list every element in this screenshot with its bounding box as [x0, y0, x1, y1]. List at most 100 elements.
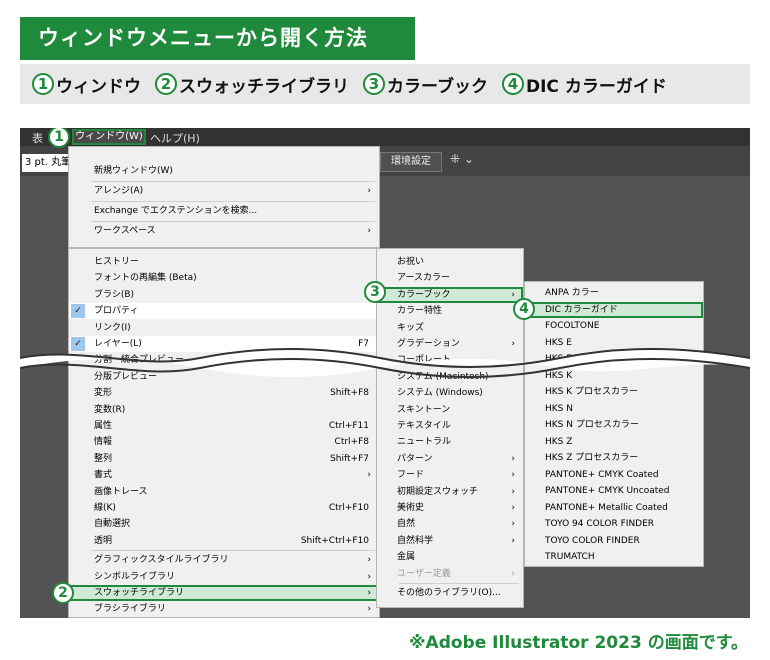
- swatch-menu-item-18[interactable]: 金属: [377, 549, 523, 565]
- swatch-menu-item-label: フード: [397, 470, 425, 481]
- swatch-menu-item-label: システム (Windows): [397, 388, 483, 399]
- colorbook-menu-item-label: ANPA カラー: [545, 288, 599, 298]
- menu-display-fragment[interactable]: 表: [32, 130, 43, 146]
- window-menu-item-8[interactable]: 変形 Shift+F8: [69, 385, 379, 401]
- colorbook-menu-item-11[interactable]: PANTONE+ CMYK Coated: [525, 467, 703, 483]
- arrange-icon[interactable]: ⁜ ⌄: [450, 152, 474, 166]
- swatch-menu-item-12[interactable]: パターン ›: [377, 451, 523, 467]
- check-icon: ✓: [71, 304, 85, 319]
- window-menu-item-20[interactable]: スウォッチライブラリ ›: [69, 585, 379, 601]
- window-menu-item-13[interactable]: 書式 ›: [69, 467, 379, 483]
- menu-shortcut: Shift+F8: [330, 388, 369, 399]
- colorbook-menu-item-label: PANTONE+ CMYK Coated: [545, 469, 659, 480]
- swatch-menu-item-label: カラー特性: [397, 306, 443, 317]
- colorbook-menu-item-9[interactable]: HKS Z: [525, 434, 703, 450]
- window-menu-item-18[interactable]: グラフィックスタイルライブラリ ›: [69, 552, 379, 568]
- colorbook-menu-item-1[interactable]: DIC カラーガイド: [525, 301, 703, 318]
- colorbook-menu-item-14[interactable]: TOYO 94 COLOR FINDER: [525, 516, 703, 532]
- window-menu-item-4[interactable]: リンク(I): [69, 320, 379, 336]
- menu-help[interactable]: ヘルプ(H): [150, 130, 200, 146]
- window-menu-item-label: 線(K): [94, 503, 116, 513]
- colorbook-menu-item-label: HKS Z プロセスカラー: [545, 453, 639, 463]
- colorbook-menu-item-label: PANTONE+ CMYK Uncoated: [545, 486, 670, 496]
- window-menu-top-item-0[interactable]: 新規ウィンドウ(W): [69, 163, 379, 179]
- swatch-menu-item-0[interactable]: お祝い: [377, 254, 523, 270]
- colorbook-menu-item-6[interactable]: HKS K プロセスカラー: [525, 384, 703, 400]
- colorbook-menu-item-label: TOYO COLOR FINDER: [545, 535, 640, 546]
- colorbook-menu-item-13[interactable]: PANTONE+ Metallic Coated: [525, 500, 703, 516]
- colorbook-menu-item-2[interactable]: FOCOLTONE: [525, 318, 703, 334]
- colorbook-menu-item-label: FOCOLTONE: [545, 321, 600, 331]
- step-number-1: 1: [32, 73, 54, 95]
- swatch-menu-item-20[interactable]: その他のライブラリ(O)...: [377, 585, 523, 601]
- window-menu: ヒストリーフォントの再編集 (Beta) ブラシ(B)F✓ プロパティリンク(I) ✓…: [68, 248, 380, 618]
- swatch-menu-item-label: お祝い: [397, 257, 425, 267]
- menu-shortcut: Shift+F7: [330, 453, 369, 464]
- swatch-menu-item-8[interactable]: システム (Windows): [377, 385, 523, 401]
- swatch-menu-item-10[interactable]: テキスタイル: [377, 418, 523, 434]
- window-menu-item-15[interactable]: 線(K) Ctrl+F10: [69, 500, 379, 516]
- swatch-menu-item-15[interactable]: 美術史 ›: [377, 500, 523, 516]
- window-menu-item-1[interactable]: フォントの再編集 (Beta): [69, 270, 379, 286]
- window-menu-item-17[interactable]: 透明 Shift+Ctrl+F10: [69, 533, 379, 549]
- swatch-menu-item-2[interactable]: カラーブック ›: [377, 286, 523, 303]
- cut-wave: [20, 348, 750, 378]
- window-menu-item-16[interactable]: 自動選択: [69, 516, 379, 532]
- swatch-menu-item-11[interactable]: ニュートラル: [377, 434, 523, 450]
- menu-separator: [91, 221, 375, 222]
- swatch-menu-item-label: ユーザー定義: [397, 568, 451, 579]
- colorbook-menu-item-12[interactable]: PANTONE+ CMYK Uncoated: [525, 483, 703, 499]
- window-menu-item-label: 属性: [94, 421, 113, 431]
- colorbook-menu-item-15[interactable]: TOYO COLOR FINDER: [525, 533, 703, 549]
- window-menu-item-12[interactable]: 整列 Shift+F7: [69, 451, 379, 467]
- colorbook-menu-item-10[interactable]: HKS Z プロセスカラー: [525, 450, 703, 466]
- chevron-right-icon: ›: [511, 503, 515, 513]
- footnote: ※Adobe Illustrator 2023 の画面です。: [409, 633, 748, 653]
- step-label-2: スウォッチライブラリ: [179, 76, 349, 97]
- window-menu-item-2[interactable]: ブラシ(B)F: [69, 287, 379, 303]
- window-menu-item-label: 自動選択: [94, 519, 131, 530]
- window-menu-top-item-1[interactable]: アレンジ(A) ›: [69, 183, 379, 199]
- colorbook-menu-item-label: HKS N プロセスカラー: [545, 420, 639, 430]
- window-menu-item-19[interactable]: シンボルライブラリ ›: [69, 569, 379, 585]
- swatch-menu-item-1[interactable]: アースカラー: [377, 270, 523, 286]
- window-menu-item-10[interactable]: 属性 Ctrl+F11: [69, 418, 379, 434]
- swatch-menu-item-4[interactable]: キッズ: [377, 320, 523, 336]
- window-menu-item-0[interactable]: ヒストリー: [69, 254, 379, 270]
- swatch-menu-item-9[interactable]: スキントーン: [377, 402, 523, 418]
- window-menu-top-item-2[interactable]: Exchange でエクステンションを検索...: [69, 203, 379, 219]
- swatch-menu-item-16[interactable]: 自然 ›: [377, 516, 523, 532]
- chevron-right-icon: ›: [511, 453, 515, 464]
- step-number-3: 3: [363, 73, 385, 95]
- window-menu-item-3[interactable]: ✓ プロパティ: [69, 303, 379, 320]
- window-menu-top-item-3[interactable]: ワークスペース ›: [69, 223, 379, 239]
- swatch-menu-item-3[interactable]: カラー特性: [377, 303, 523, 319]
- swatch-menu-item-label: 金属: [397, 552, 416, 563]
- colorbook-menu-item-0[interactable]: ANPA カラー: [525, 285, 703, 301]
- window-menu-item-11[interactable]: 情報 Ctrl+F8: [69, 434, 379, 450]
- colorbook-menu-item-8[interactable]: HKS N プロセスカラー: [525, 417, 703, 433]
- window-menu-item-label: 変形: [94, 388, 113, 399]
- preferences-button[interactable]: 環境設定: [380, 152, 442, 172]
- menu-window[interactable]: ウィンドウ(W): [72, 129, 146, 145]
- menu-separator: [91, 181, 375, 182]
- window-menu-item-21[interactable]: ブラシライブラリ ›: [69, 601, 379, 617]
- window-menu-item-9[interactable]: 変数(R): [69, 402, 379, 418]
- window-menu-item-label: 整列: [94, 453, 113, 464]
- swatch-menu-item-17[interactable]: 自然科学 ›: [377, 533, 523, 549]
- step-label-1: ウィンドウ: [56, 76, 141, 97]
- step-3: 3 カラーブック: [363, 72, 488, 97]
- colorbook-menu-item-label: HKS Z: [545, 436, 573, 447]
- colorbook-menu-item-7[interactable]: HKS N: [525, 401, 703, 417]
- colorbook-menu-item-16[interactable]: TRUMATCH: [525, 549, 703, 565]
- window-menu-item-14[interactable]: 画像トレース: [69, 484, 379, 500]
- swatch-menu-item-label: テキスタイル: [397, 421, 451, 431]
- chevron-right-icon: ›: [511, 289, 515, 300]
- stroke-brush-field[interactable]: 3 pt. 丸筆: [22, 154, 70, 172]
- window-menu-top-item-label: Exchange でエクステンションを検索...: [94, 206, 258, 216]
- swatch-menu-item-13[interactable]: フード ›: [377, 467, 523, 483]
- chevron-right-icon: ›: [367, 571, 371, 582]
- window-menu-item-label: グラフィックスタイルライブラリ: [94, 555, 229, 566]
- swatch-menu-item-14[interactable]: 初期設定スウォッチ ›: [377, 484, 523, 500]
- window-menu-item-label: フォントの再編集 (Beta): [94, 273, 197, 284]
